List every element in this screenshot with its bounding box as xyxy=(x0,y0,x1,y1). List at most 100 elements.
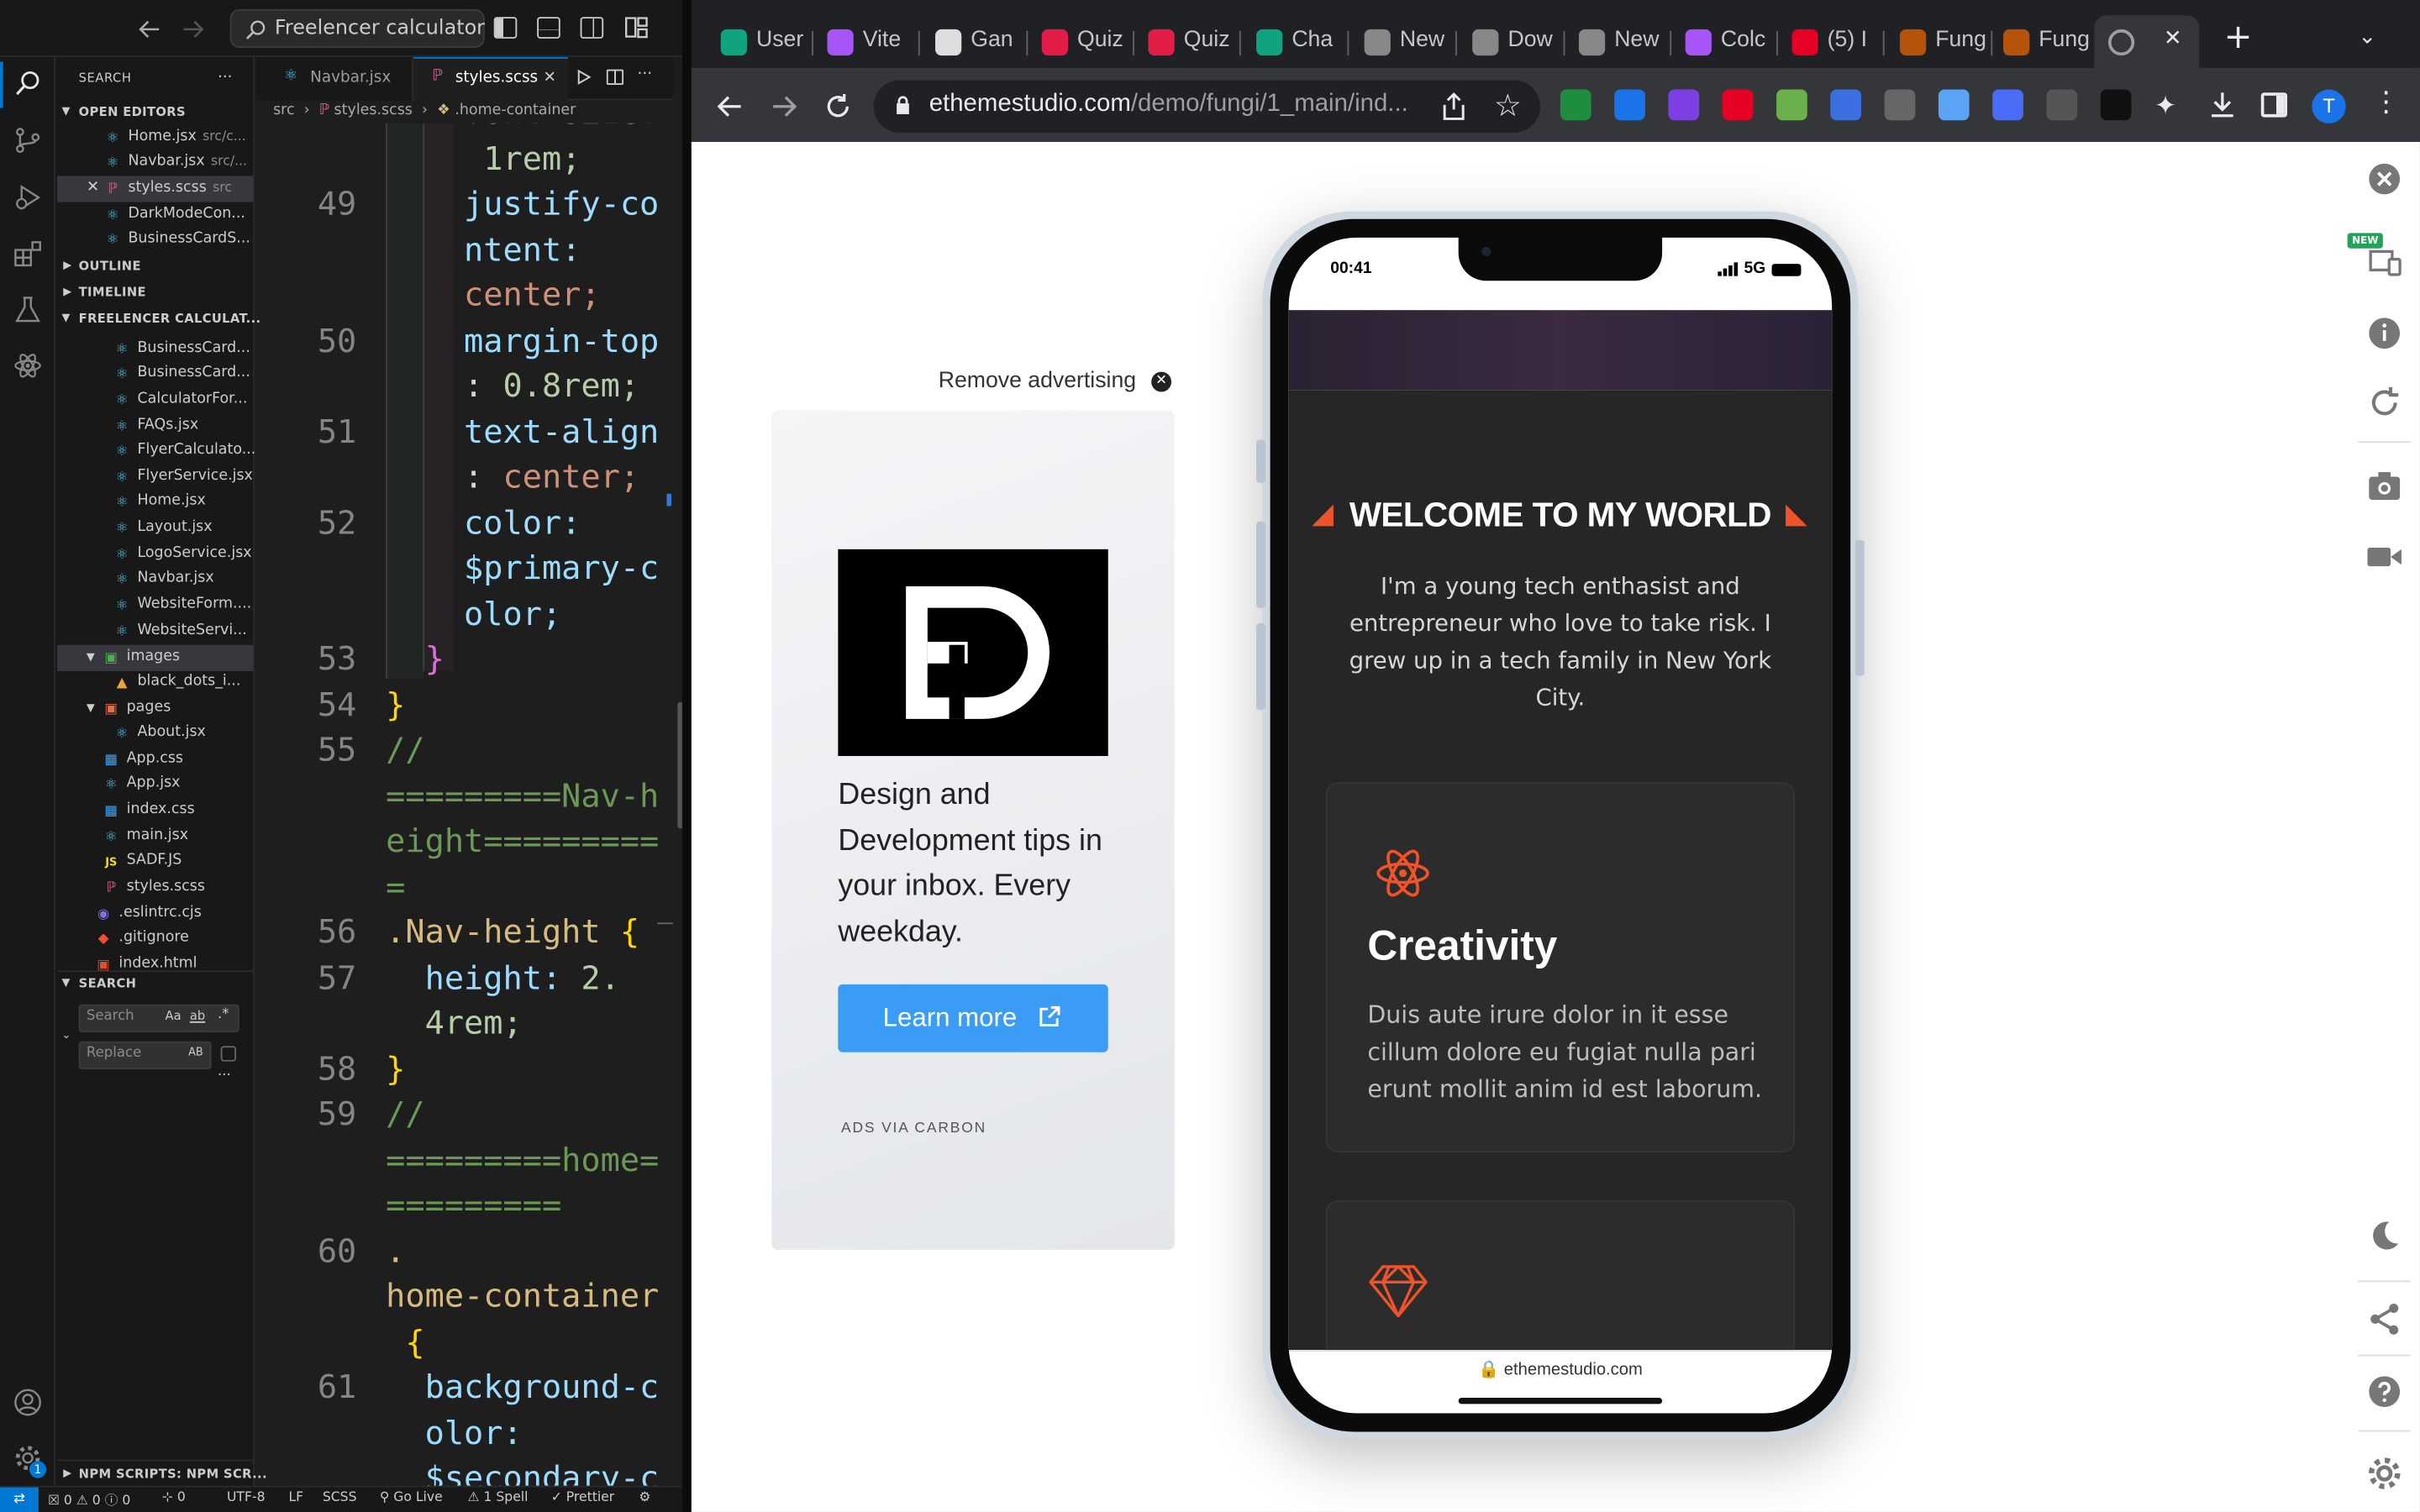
open-editor-item[interactable]: ⚛ BusinessCardS... xyxy=(105,227,250,251)
forward-button[interactable] xyxy=(769,91,800,122)
open-editors-header[interactable]: OPEN EDITORS xyxy=(79,105,186,119)
folder-item[interactable]: ▣ images xyxy=(103,645,180,669)
whole-word-icon[interactable]: ab xyxy=(190,1009,205,1023)
file-item[interactable]: ▦ App.css xyxy=(103,747,183,771)
preserve-case-icon[interactable]: AB xyxy=(188,1046,203,1058)
open-editor-item[interactable]: ℙstyles.scss src xyxy=(105,176,232,200)
file-item[interactable]: ℙstyles.scss xyxy=(103,874,205,899)
toggle-secondary-sidebar-icon[interactable] xyxy=(580,17,604,39)
file-item[interactable]: ⚛ main.jsx xyxy=(103,824,188,848)
tab-active[interactable]: ✕ xyxy=(2094,15,2200,71)
file-item[interactable]: ⚛ CalculatorFor... xyxy=(114,387,248,412)
tab-search-chevron-icon[interactable]: ⌄ xyxy=(2358,24,2376,49)
bookmark-star-icon[interactable]: ☆ xyxy=(1494,90,1522,121)
source-control-icon[interactable] xyxy=(14,127,42,155)
project-header[interactable]: FREELENCER CALCULAT... xyxy=(79,312,261,326)
browser-tab[interactable]: Cha xyxy=(1243,15,1349,71)
browser-tab[interactable]: New xyxy=(1565,15,1671,71)
profile-avatar[interactable]: T xyxy=(2312,89,2346,123)
split-editor-icon[interactable] xyxy=(606,69,624,86)
chevron-down-icon[interactable]: ▼ xyxy=(61,312,70,324)
settings-gear-icon[interactable] xyxy=(2366,1455,2403,1492)
browser-extension-icon[interactable] xyxy=(1830,89,1862,121)
browser-extension-icon[interactable] xyxy=(1668,89,1700,121)
responsive-devices-icon[interactable] xyxy=(2366,244,2403,281)
browser-tab[interactable]: User xyxy=(707,15,813,71)
browser-extension-icon[interactable] xyxy=(1722,89,1754,121)
file-item[interactable]: ⚛ FlyerCalculato... xyxy=(114,438,256,463)
folder-item[interactable]: ▣ pages xyxy=(103,696,171,720)
sidebar-more-icon[interactable]: ... xyxy=(218,65,233,81)
file-item[interactable]: ◉ .eslintrc.cjs xyxy=(96,901,202,926)
editor-more-icon[interactable]: ... xyxy=(638,61,653,78)
customize-layout-icon[interactable] xyxy=(624,17,649,39)
back-button[interactable] xyxy=(714,91,745,122)
feature-card[interactable]: Creativity Duis aute irure dolor in it e… xyxy=(1325,782,1796,1153)
chevron-down-icon[interactable]: ▼ xyxy=(87,702,95,715)
breadcrumb-item[interactable]: src xyxy=(273,102,294,118)
file-item[interactable]: JS SADF.JS xyxy=(103,848,182,873)
browser-tab[interactable]: Fung xyxy=(1990,15,2096,71)
browser-extension-icon[interactable] xyxy=(1776,89,1807,121)
timeline-header[interactable]: TIMELINE xyxy=(79,286,146,300)
browser-extension-icon[interactable] xyxy=(1614,89,1645,121)
eol-status[interactable]: LF xyxy=(288,1490,303,1505)
video-record-icon[interactable] xyxy=(2366,538,2403,575)
file-item[interactable]: ⚛ App.jsx xyxy=(103,771,181,795)
search-icon[interactable] xyxy=(14,70,42,97)
file-item[interactable]: ⚛ LogoService.jsx xyxy=(114,542,252,566)
back-arrow-icon[interactable] xyxy=(137,17,161,41)
remote-button[interactable]: ⇄ xyxy=(0,1487,39,1512)
encoding-status[interactable]: UTF-8 xyxy=(227,1490,266,1505)
close-icon[interactable]: ✕ xyxy=(87,179,99,196)
file-item[interactable]: ⚛ BusinessCard... xyxy=(114,336,250,360)
browser-tab[interactable]: Vite xyxy=(813,15,920,71)
toggle-panel-icon[interactable] xyxy=(537,17,560,39)
extensions-icon[interactable] xyxy=(14,241,42,269)
react-icon[interactable] xyxy=(14,352,42,380)
file-item[interactable]: ⚛ WebsiteForm.... xyxy=(114,592,252,617)
code-editor[interactable]: font-size: 1rem;49 justify-co ntent: cen… xyxy=(255,123,671,1488)
replace-input[interactable]: Replace AB xyxy=(78,1041,212,1069)
downloads-icon[interactable] xyxy=(2207,90,2238,121)
breadcrumb-item[interactable]: .home-container xyxy=(455,102,576,118)
file-item[interactable]: ⚛ Navbar.jsx xyxy=(114,566,214,591)
browser-extension-icon[interactable] xyxy=(1560,89,1591,121)
file-item[interactable]: ◆ .gitignore xyxy=(96,926,189,950)
tab-navbar-jsx[interactable]: ⚛ Navbar.jsx xyxy=(255,56,414,101)
browser-extension-icon[interactable] xyxy=(2100,89,2132,121)
file-item[interactable]: ⚛ FlyerService.jsx xyxy=(114,465,253,489)
help-icon[interactable] xyxy=(2366,1373,2403,1410)
share-icon[interactable] xyxy=(2366,1300,2403,1337)
share-icon[interactable] xyxy=(1441,92,1465,120)
chevron-down-icon[interactable]: ▼ xyxy=(87,651,95,664)
close-circle-icon[interactable]: ✕ xyxy=(1151,371,1172,392)
bell-icon[interactable]: ⚙ xyxy=(639,1490,650,1505)
browser-extension-icon[interactable] xyxy=(1884,89,1916,121)
file-item[interactable]: ⚛ FAQs.jsx xyxy=(114,413,199,438)
npm-scripts-header[interactable]: NPM SCRIPTS: NPM SCR... xyxy=(79,1467,267,1482)
browser-extension-icon[interactable] xyxy=(1938,89,1970,121)
open-editor-item[interactable]: ⚛ DarkModeCon... xyxy=(105,202,245,227)
account-icon[interactable] xyxy=(14,1389,42,1416)
match-case-icon[interactable]: Aa xyxy=(166,1009,182,1023)
new-tab-button[interactable]: + xyxy=(2224,18,2253,57)
rotate-icon[interactable] xyxy=(2366,384,2403,421)
prettier-status[interactable]: ✓ Prettier xyxy=(551,1490,614,1505)
learn-more-button[interactable]: Learn more xyxy=(838,984,1108,1053)
browser-tab[interactable]: New xyxy=(1350,15,1457,71)
forward-arrow-icon[interactable] xyxy=(181,17,205,41)
browser-tab[interactable]: Quiz xyxy=(1028,15,1134,71)
file-item[interactable]: ▣ index.html xyxy=(96,952,197,976)
chevron-right-icon[interactable]: ▶ xyxy=(63,260,71,272)
browser-extension-icon[interactable] xyxy=(1992,89,2023,121)
search-input[interactable]: Search Aa ab .* xyxy=(78,1004,239,1032)
run-debug-icon[interactable] xyxy=(14,184,42,212)
extensions-puzzle-icon[interactable]: ✦ xyxy=(2154,91,2176,122)
browser-tab[interactable]: Quiz xyxy=(1134,15,1241,71)
chevron-right-icon[interactable]: ▶ xyxy=(63,286,71,298)
info-icon[interactable] xyxy=(2366,315,2403,352)
side-panel-icon[interactable] xyxy=(2260,92,2287,118)
browser-tab[interactable]: Dow xyxy=(1459,15,1565,71)
browser-extension-icon[interactable] xyxy=(2046,89,2078,121)
